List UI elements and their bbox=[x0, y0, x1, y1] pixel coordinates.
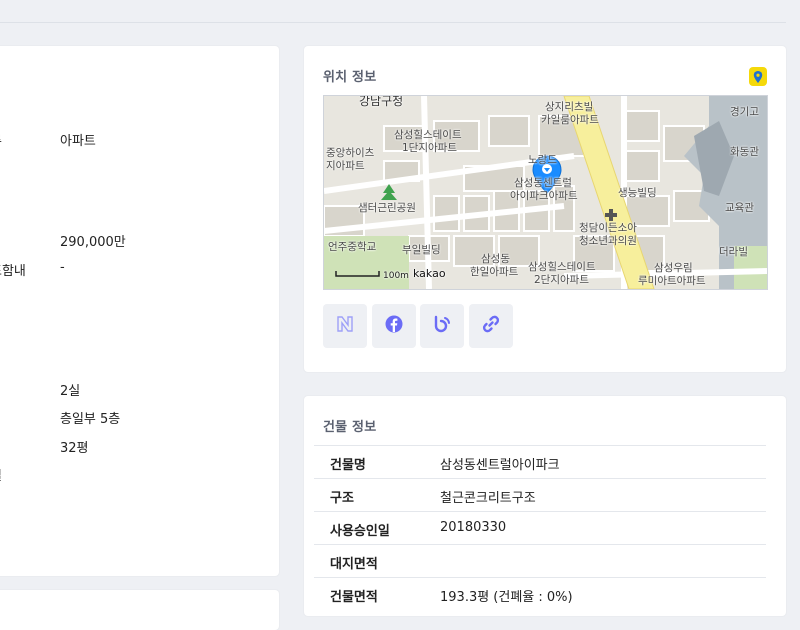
map-label: 루미아트아파트 bbox=[638, 275, 706, 287]
map-label: 강남구청 bbox=[359, 95, 404, 108]
next-card bbox=[0, 590, 279, 630]
map-label: 노랑드 bbox=[528, 154, 557, 166]
map-label: 삼성우림 bbox=[654, 262, 693, 274]
blog-icon bbox=[433, 315, 451, 337]
row-value: 철근콘크리트구조 bbox=[440, 491, 536, 506]
table-row: 건물면적 193.3평 (건폐율 : 0%) bbox=[314, 577, 766, 610]
info-value: 아파트 bbox=[60, 134, 96, 149]
location-map[interactable]: 강남구청 상지리츠빌 카일룸아파트 경기고 삼성힐스테이트 1단지아파트 중앙하… bbox=[323, 95, 768, 290]
table-row: 건물명 삼성동센트럴아이파크 bbox=[314, 445, 766, 478]
info-value: 290,000만 bbox=[60, 235, 126, 250]
row-value: 20180330 bbox=[440, 520, 507, 535]
map-label: 청담이든소아 bbox=[579, 222, 637, 234]
map-label: 화동관 bbox=[730, 146, 759, 158]
map-scale-label: 100m bbox=[383, 271, 409, 281]
row-key: 구조 bbox=[330, 491, 354, 506]
row-key: 건물명 bbox=[330, 458, 366, 473]
map-label: 삼성힐스테이트 bbox=[394, 129, 462, 141]
naver-icon bbox=[336, 315, 354, 337]
map-label: 중앙하이츠 bbox=[326, 147, 375, 159]
building-table: 건물명 삼성동센트럴아이파크 구조 철근콘크리트구조 사용승인일 2018033… bbox=[314, 445, 766, 610]
row-value: 삼성동센트럴아이파크 bbox=[440, 458, 560, 473]
map-label: 언주중학교 bbox=[328, 241, 377, 253]
facebook-icon bbox=[385, 315, 403, 337]
map-label: 1단지아파트 bbox=[402, 142, 457, 154]
map-label: 삼성힐스테이트 bbox=[528, 261, 596, 273]
table-row: 구조 철근콘크리트구조 bbox=[314, 478, 766, 511]
row-key: 대지면적 bbox=[330, 557, 378, 572]
info-key: 일 bbox=[0, 465, 2, 484]
map-provider-logo: kakao bbox=[413, 267, 446, 280]
table-row: 대지면적 bbox=[314, 544, 766, 577]
info-value: - bbox=[60, 260, 65, 275]
facebook-share-button[interactable] bbox=[372, 304, 416, 348]
map-label: 경기고 bbox=[730, 106, 759, 118]
map-label: 한일아파트 bbox=[470, 266, 519, 278]
info-value: 2실 bbox=[60, 384, 81, 399]
building-title: 건물 정보 bbox=[323, 420, 377, 435]
map-label: 교육관 bbox=[725, 202, 754, 214]
link-icon bbox=[482, 315, 500, 337]
map-label: 생능빌딩 bbox=[618, 187, 657, 199]
table-row: 사용승인일 20180330 bbox=[314, 511, 766, 544]
map-label: 샘터근린공원 bbox=[358, 202, 416, 214]
info-key: 류 bbox=[0, 130, 2, 149]
map-label: 부일빌딩 bbox=[402, 244, 441, 256]
map-label: 아이파크아파트 bbox=[510, 190, 578, 202]
info-key: 포함내 bbox=[0, 264, 26, 279]
row-value: 193.3평 (건폐율 : 0%) bbox=[440, 590, 573, 605]
map-pin-icon[interactable] bbox=[749, 67, 767, 86]
naver-share-button[interactable] bbox=[323, 304, 367, 348]
top-divider bbox=[0, 22, 786, 23]
building-info-card: 건물 정보 건물명 삼성동센트럴아이파크 구조 철근콘크리트구조 사용승인일 2… bbox=[304, 396, 786, 616]
map-label: 카일룸아파트 bbox=[541, 114, 599, 126]
map-label: 상지리츠빌 bbox=[545, 101, 594, 113]
map-label: 더라빌 bbox=[719, 246, 748, 258]
row-key: 건물면적 bbox=[330, 590, 378, 605]
map-label: 삼성동 bbox=[481, 253, 510, 265]
location-card: 위치 정보 강남구청 상지리츠빌 카일룸아파트 경기고 삼성힐스테이트 1단지아… bbox=[304, 46, 786, 372]
info-value: 32평 bbox=[60, 441, 89, 456]
map-label: 삼성동센트럴 bbox=[514, 177, 572, 189]
info-value: 층일부 5층 bbox=[60, 412, 121, 427]
row-key: 사용승인일 bbox=[330, 524, 390, 539]
link-share-button[interactable] bbox=[469, 304, 513, 348]
map-label: 청소년과의원 bbox=[579, 235, 637, 247]
property-info-card: 류 아파트 290,000만 포함내 - 2실 층일부 5층 32평 일 bbox=[0, 46, 279, 576]
location-title: 위치 정보 bbox=[323, 70, 377, 85]
map-label: 지아파트 bbox=[326, 160, 365, 172]
blog-share-button[interactable] bbox=[420, 304, 464, 348]
map-label: 2단지아파트 bbox=[534, 274, 589, 286]
